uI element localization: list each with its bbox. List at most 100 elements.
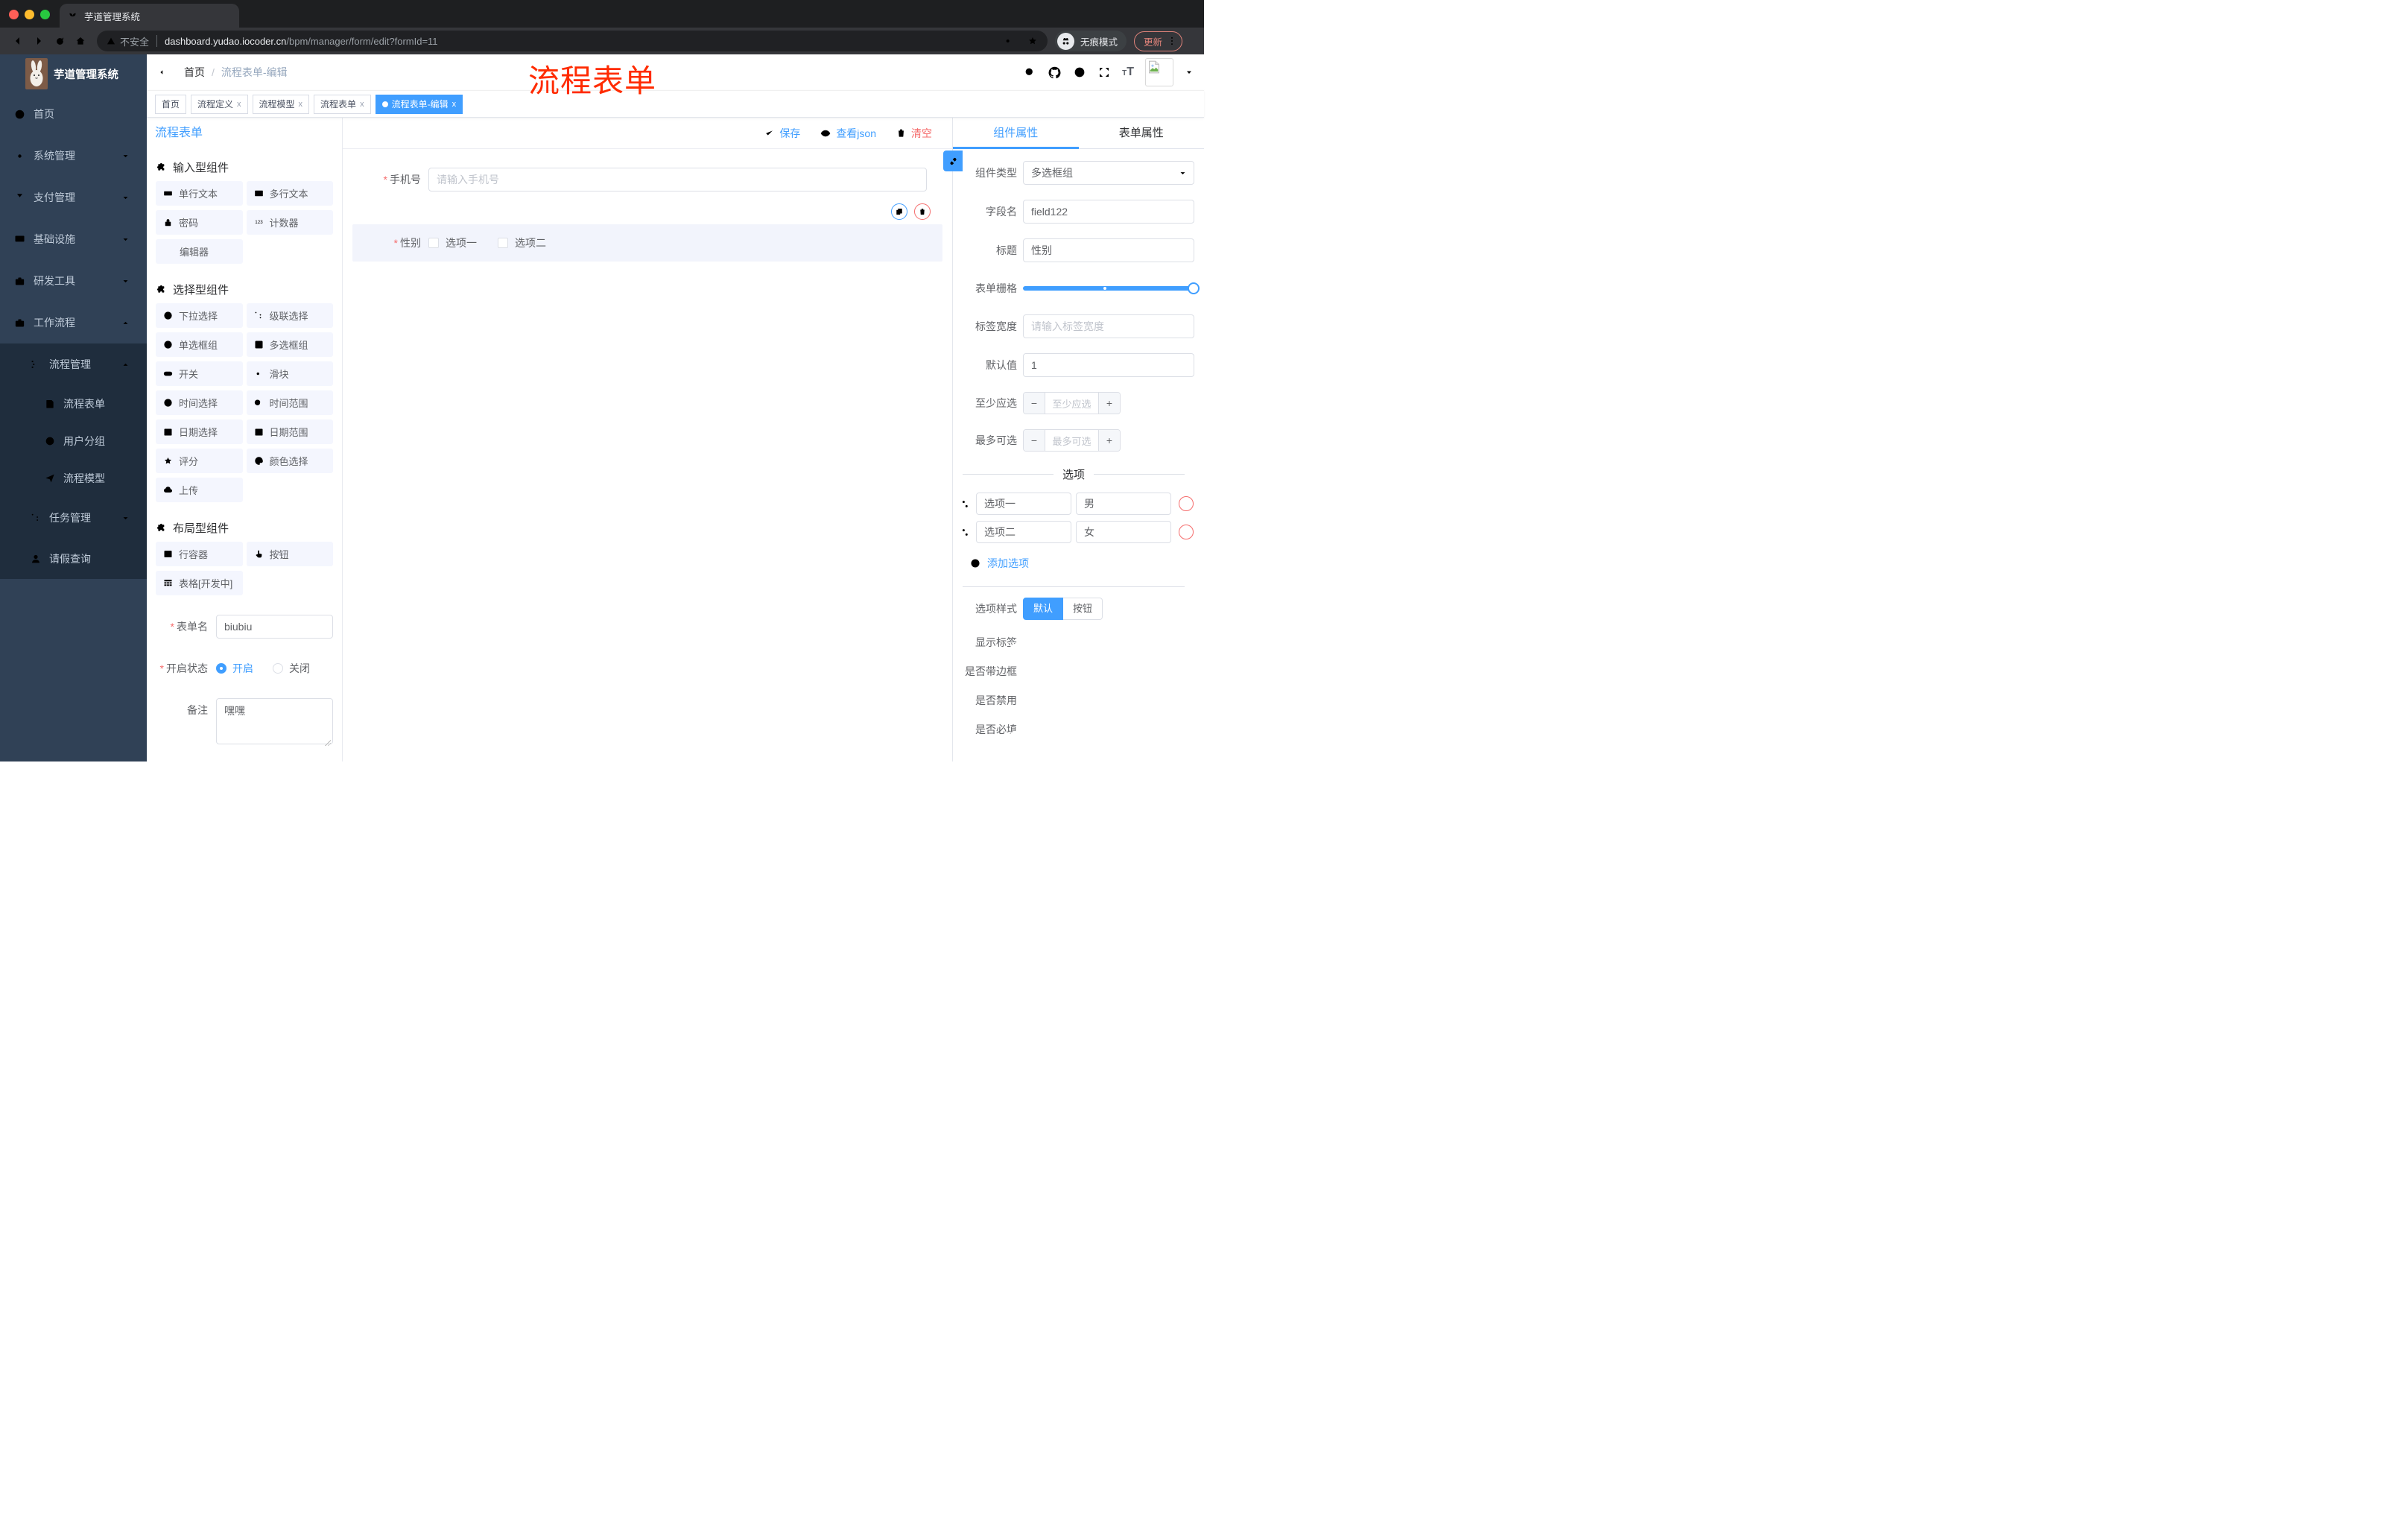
tag-close-icon[interactable]: x [299, 100, 303, 109]
palette-item-select[interactable]: 下拉选择 [156, 303, 243, 328]
palette-item-counter[interactable]: 计数器 [246, 210, 333, 235]
bookmark-star-icon[interactable] [1027, 35, 1039, 47]
link-tab-handle[interactable] [943, 151, 963, 171]
style-button-button[interactable]: 按钮 [1063, 598, 1103, 620]
form-name-input[interactable] [216, 615, 333, 639]
option1-value-input[interactable] [1076, 493, 1171, 515]
tag-close-icon[interactable]: x [452, 100, 457, 109]
tag-process-form[interactable]: 流程表单 x [314, 94, 371, 114]
palette-item-checkbox-group[interactable]: 多选框组 [246, 332, 333, 357]
status-radio-on[interactable]: 开启 [216, 661, 253, 676]
sidebar-item-process-management[interactable]: 流程管理 [0, 343, 147, 385]
sidebar-collapse-button[interactable] [159, 66, 172, 79]
sidebar-item-process-form[interactable]: 流程表单 [0, 385, 147, 422]
sidebar-item-system-management[interactable]: 系统管理 [0, 135, 147, 177]
palette-item-color-picker[interactable]: 颜色选择 [246, 449, 333, 473]
palette-item-date-picker[interactable]: 日期选择 [156, 419, 243, 444]
palette-item-textarea[interactable]: 多行文本 [246, 181, 333, 206]
stepper-increase-button[interactable]: + [1098, 393, 1120, 414]
help-icon[interactable] [1073, 66, 1086, 79]
palette-item-radio-group[interactable]: 单选框组 [156, 332, 243, 357]
status-radio-off[interactable]: 关闭 [273, 661, 310, 676]
browser-tab[interactable]: 芋道管理系统 [60, 4, 239, 28]
tag-home[interactable]: 首页 [155, 94, 187, 114]
chrome-update-button[interactable]: 更新 [1134, 31, 1183, 51]
max-select-value[interactable]: 最多可选 [1045, 430, 1098, 451]
gender-checkbox-option2[interactable]: 选项二 [498, 235, 546, 250]
breadcrumb-home[interactable]: 首页 [184, 65, 205, 80]
fullscreen-icon[interactable] [1097, 66, 1111, 79]
palette-item-time-picker[interactable]: 时间选择 [156, 390, 243, 415]
sidebar-item-dev-tools[interactable]: 研发工具 [0, 260, 147, 302]
home-button[interactable] [70, 31, 91, 51]
delete-component-button[interactable] [914, 203, 931, 220]
font-size-icon[interactable]: TT [1122, 66, 1134, 79]
default-value-input[interactable] [1023, 353, 1194, 377]
sidebar-item-payment-management[interactable]: 支付管理 [0, 177, 147, 218]
add-option-button[interactable]: 添加选项 [969, 552, 1194, 574]
sidebar-item-infrastructure[interactable]: 基础设施 [0, 218, 147, 260]
palette-item-table[interactable]: 表格[开发中] [156, 571, 243, 595]
field-name-input[interactable] [1023, 200, 1194, 224]
save-button[interactable]: 保存 [764, 126, 800, 141]
stepper-decrease-button[interactable]: − [1024, 430, 1045, 451]
search-icon[interactable] [1023, 66, 1036, 79]
palette-item-time-range[interactable]: 时间范围 [246, 390, 333, 415]
sidebar-item-task-management[interactable]: 任务管理 [0, 497, 147, 539]
new-tab-button[interactable] [249, 7, 259, 21]
tag-process-definition[interactable]: 流程定义 x [191, 94, 248, 114]
palette-item-date-range[interactable]: 日期范围 [246, 419, 333, 444]
remove-option-button[interactable] [1179, 496, 1194, 511]
sidebar-item-process-model[interactable]: 流程模型 [0, 460, 147, 497]
form-remark-textarea[interactable]: 嘿嘿 [216, 698, 333, 744]
sidebar-item-home[interactable]: 首页 [0, 93, 147, 135]
window-close-button[interactable] [9, 10, 19, 19]
style-default-button[interactable]: 默认 [1023, 598, 1064, 620]
palette-item-row-container[interactable]: 行容器 [156, 542, 243, 566]
gender-checkbox-option1[interactable]: 选项一 [428, 235, 477, 250]
min-select-value[interactable]: 至少应选 [1045, 393, 1098, 414]
tab-component-props[interactable]: 组件属性 [953, 118, 1079, 149]
github-icon[interactable] [1048, 66, 1062, 80]
palette-item-upload[interactable]: 上传 [156, 478, 243, 502]
grid-span-slider[interactable] [1023, 277, 1200, 300]
back-button[interactable] [7, 31, 28, 51]
stepper-decrease-button[interactable]: − [1024, 393, 1045, 414]
address-bar[interactable]: 不安全 dashboard.yudao.iocoder.cn/bpm/manag… [97, 31, 1048, 51]
tag-close-icon[interactable]: x [360, 100, 364, 109]
checkbox[interactable] [428, 238, 439, 248]
tab-close-icon[interactable] [224, 10, 232, 21]
label-width-input[interactable] [1023, 314, 1194, 338]
clear-button[interactable]: 清空 [896, 126, 932, 141]
palette-item-password[interactable]: 密码 [156, 210, 243, 235]
sidebar-item-user-group[interactable]: 用户分组 [0, 422, 147, 460]
palette-item-editor[interactable]: 编辑器 [156, 239, 243, 264]
palette-item-button[interactable]: 按钮 [246, 542, 333, 566]
canvas-field-phone[interactable]: * 手机号 [343, 168, 952, 191]
drag-handle-icon[interactable] [959, 498, 972, 510]
slider-handle[interactable] [1188, 282, 1200, 294]
option2-label-input[interactable] [976, 521, 1071, 543]
tag-close-icon[interactable]: x [237, 100, 241, 109]
sidebar-item-leave-query[interactable]: 请假查询 [0, 539, 147, 579]
drag-handle-icon[interactable] [959, 526, 972, 539]
avatar-caret-down-icon[interactable] [1185, 68, 1194, 77]
window-minimize-button[interactable] [25, 10, 34, 19]
remove-option-button[interactable] [1179, 525, 1194, 539]
option2-value-input[interactable] [1076, 521, 1171, 543]
slider-track[interactable] [1023, 282, 1200, 294]
palette-item-rate[interactable]: 评分 [156, 449, 243, 473]
window-zoom-button[interactable] [40, 10, 50, 19]
title-input[interactable] [1023, 238, 1194, 262]
browser-menu-dots-icon[interactable] [1167, 36, 1177, 46]
checkbox[interactable] [498, 238, 508, 248]
security-indicator[interactable]: 不安全 [106, 34, 149, 48]
palette-item-cascader[interactable]: 级联选择 [246, 303, 333, 328]
stepper-increase-button[interactable]: + [1098, 430, 1120, 451]
palette-item-switch[interactable]: 开关 [156, 361, 243, 386]
password-key-icon[interactable] [1004, 35, 1016, 47]
palette-item-slider[interactable]: 滑块 [246, 361, 333, 386]
tag-process-model[interactable]: 流程模型 x [252, 94, 310, 114]
sidebar-item-workflow[interactable]: 工作流程 [0, 302, 147, 343]
reload-button[interactable] [49, 31, 70, 51]
